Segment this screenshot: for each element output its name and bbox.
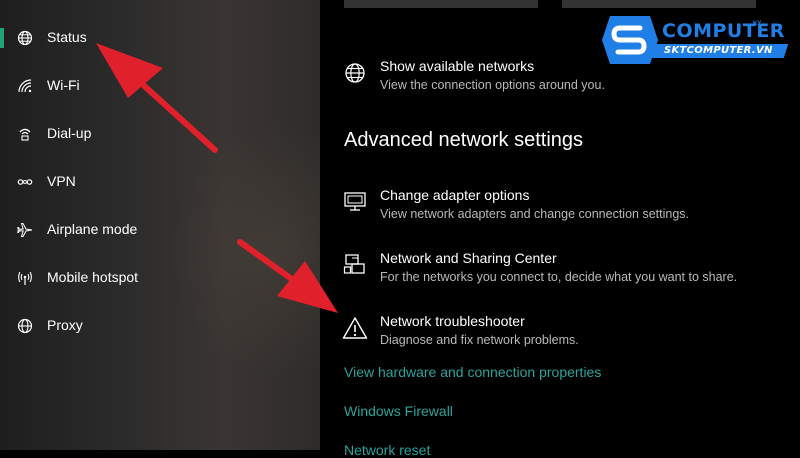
sidebar-item-label: Dial-up bbox=[47, 125, 92, 141]
warning-icon bbox=[342, 315, 368, 341]
sidebar-item-status[interactable]: Status bbox=[0, 16, 320, 60]
sidebar-item-proxy[interactable]: Proxy bbox=[0, 304, 320, 348]
option-description: Diagnose and fix network problems. bbox=[380, 333, 579, 347]
sidebar-item-label: Status bbox=[47, 29, 87, 45]
view-hardware-properties-link[interactable]: View hardware and connection properties bbox=[344, 364, 601, 380]
section-title: Advanced network settings bbox=[344, 129, 584, 151]
globe-icon bbox=[16, 29, 34, 47]
top-button-partial[interactable] bbox=[562, 0, 756, 8]
sidebar-item-vpn[interactable]: VPN bbox=[0, 160, 320, 204]
sidebar-item-label: Wi-Fi bbox=[47, 77, 80, 93]
option-description: View network adapters and change connect… bbox=[380, 207, 689, 221]
sidebar-item-mobile-hotspot[interactable]: Mobile hotspot bbox=[0, 256, 320, 300]
option-title: Network and Sharing Center bbox=[380, 250, 557, 266]
option-title: Network troubleshooter bbox=[380, 313, 525, 329]
logo-brand-text: COMPUTER bbox=[662, 20, 785, 42]
sidebar-item-label: VPN bbox=[47, 173, 76, 189]
vpn-icon bbox=[16, 173, 34, 191]
top-button-partial[interactable] bbox=[344, 0, 538, 8]
sharing-center-icon bbox=[342, 252, 368, 278]
logo-brand-suffix: KY bbox=[753, 21, 762, 27]
option-title: Show available networks bbox=[380, 58, 535, 74]
sidebar-item-label: Proxy bbox=[47, 317, 83, 333]
monitor-icon bbox=[342, 189, 368, 215]
sidebar-item-label: Mobile hotspot bbox=[47, 269, 139, 285]
network-troubleshooter-option[interactable]: Network troubleshooter Diagnose and fix … bbox=[342, 313, 782, 359]
change-adapter-options[interactable]: Change adapter options View network adap… bbox=[342, 187, 782, 233]
hotspot-icon bbox=[16, 269, 34, 287]
navigation-sidebar: Status Wi-Fi Dial-up VPN Airplane mode M… bbox=[0, 0, 320, 450]
network-reset-link[interactable]: Network reset bbox=[344, 442, 430, 458]
logo-site-text: SKTCOMPUTER.VN bbox=[664, 45, 773, 56]
globe-icon bbox=[342, 60, 368, 86]
network-sharing-center-option[interactable]: Network and Sharing Center For the netwo… bbox=[342, 250, 782, 296]
logo-emblem-icon bbox=[602, 16, 658, 64]
dialup-icon bbox=[16, 125, 34, 143]
sidebar-item-dialup[interactable]: Dial-up bbox=[0, 112, 320, 156]
wifi-icon bbox=[16, 77, 34, 95]
globe-icon bbox=[16, 317, 34, 335]
airplane-icon bbox=[16, 221, 34, 239]
sidebar-item-label: Airplane mode bbox=[47, 221, 138, 237]
option-description: For the networks you connect to, decide … bbox=[380, 270, 738, 284]
option-description: View the connection options around you. bbox=[380, 78, 605, 92]
sktcomputer-logo: COMPUTER KY SKTCOMPUTER.VN bbox=[600, 10, 795, 70]
option-title: Change adapter options bbox=[380, 187, 530, 203]
sidebar-item-airplane-mode[interactable]: Airplane mode bbox=[0, 208, 320, 252]
sidebar-item-wifi[interactable]: Wi-Fi bbox=[0, 64, 320, 108]
windows-firewall-link[interactable]: Windows Firewall bbox=[344, 403, 453, 419]
